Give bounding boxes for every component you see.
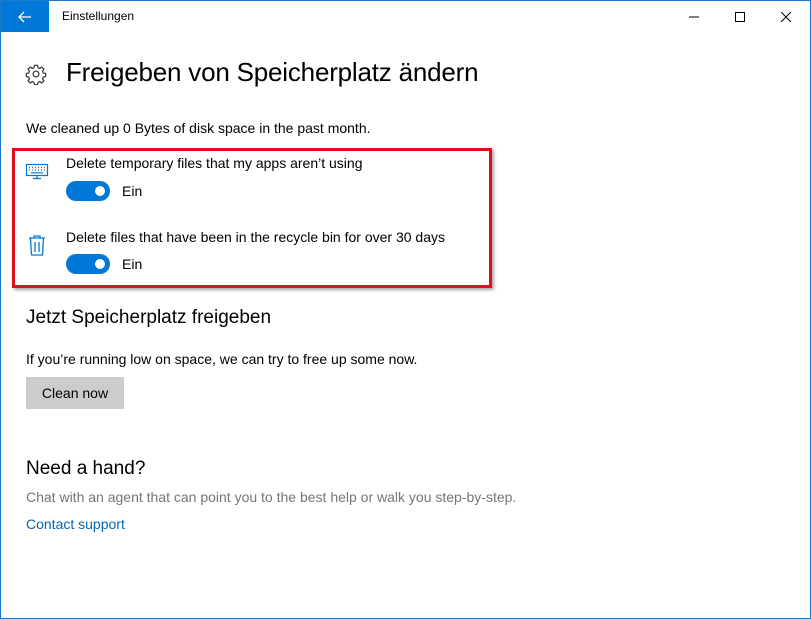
keyboard-icon xyxy=(25,163,49,180)
help-description: Chat with an agent that can point you to… xyxy=(26,489,517,505)
cleanup-summary: We cleaned up 0 Bytes of disk space in t… xyxy=(26,120,371,136)
maximize-button[interactable] xyxy=(717,1,763,32)
toggle-knob xyxy=(95,259,105,269)
toggle-state-recycle-bin: Ein xyxy=(122,256,143,272)
page-title: Freigeben von Speicherplatz ändern xyxy=(66,57,479,87)
back-arrow-icon xyxy=(18,11,31,22)
close-button[interactable] xyxy=(763,1,809,32)
free-space-description: If you’re running low on space, we can t… xyxy=(26,351,418,367)
close-icon xyxy=(781,11,791,22)
toggle-recycle-bin[interactable] xyxy=(66,254,110,274)
settings-window: Einstellungen Freigeben von Speicherplat… xyxy=(0,0,811,619)
toggle-temp-files[interactable] xyxy=(66,181,110,201)
toggle-state-temp-files: Ein xyxy=(122,183,143,199)
contact-support-link[interactable]: Contact support xyxy=(26,516,125,532)
gear-icon xyxy=(25,64,47,85)
toggle-knob xyxy=(95,186,105,196)
minimize-button[interactable] xyxy=(671,1,717,32)
minimize-icon xyxy=(689,16,699,17)
window-title: Einstellungen xyxy=(62,9,135,23)
maximize-icon xyxy=(735,11,745,22)
back-button[interactable] xyxy=(1,1,49,32)
option-label-recycle-bin: Delete files that have been in the recyc… xyxy=(66,229,445,245)
free-space-heading: Jetzt Speicherplatz freigeben xyxy=(26,307,272,328)
title-bar: Einstellungen xyxy=(1,1,810,32)
trash-icon xyxy=(29,235,45,256)
clean-now-button[interactable]: Clean now xyxy=(26,377,124,409)
option-label-temp-files: Delete temporary files that my apps aren… xyxy=(66,155,363,171)
help-heading: Need a hand? xyxy=(26,458,146,479)
